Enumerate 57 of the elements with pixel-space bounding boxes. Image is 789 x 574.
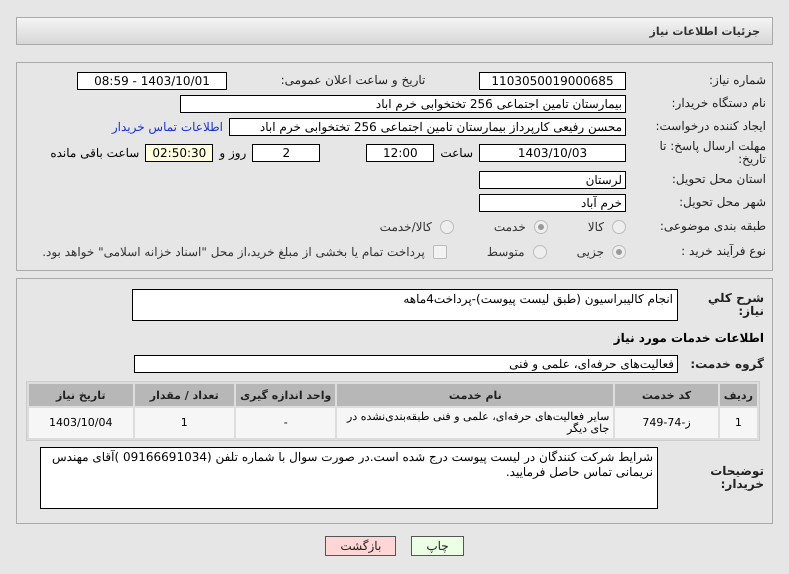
table-cell: - bbox=[236, 408, 336, 438]
column-header: کد خدمت bbox=[615, 384, 718, 406]
table-cell: 1403/10/04 bbox=[29, 408, 132, 438]
column-header: تاریخ نیاز bbox=[29, 384, 132, 406]
input-field: 1103050019000685 bbox=[479, 72, 626, 90]
field-label: تاریخ و ساعت اعلان عمومی: bbox=[280, 74, 426, 87]
print-button[interactable]: چاپ bbox=[411, 536, 464, 556]
field-label: نوع فرآیند خرید : bbox=[680, 245, 766, 258]
text-area[interactable]: شرایط شرکت کنندگان در لیست پیوست درج شده است.در صورت سوال با شماره تلفن (09166691034 )آقای مهندس نریمانی تماس حاصل فرمایید. bbox=[40, 447, 658, 509]
page-title: جزئیات اطلاعات نیاز bbox=[16, 17, 773, 45]
field-label: نام دستگاه خریدار: bbox=[670, 97, 766, 110]
field-label: گروه خدمت: bbox=[689, 358, 764, 370]
table-cell: ز-74-749 bbox=[615, 408, 718, 438]
table-cell: سایر فعالیت‌های حرفه‌ای، علمی و فنی طبقه‌بندی‌نشده در جای دیگر bbox=[337, 408, 614, 438]
input-field: فعالیت‌های حرفه‌ای، علمی و فنی bbox=[134, 355, 678, 373]
table-cell: 1 bbox=[720, 408, 757, 438]
radio-button[interactable] bbox=[532, 244, 547, 258]
radio-button[interactable] bbox=[612, 244, 626, 258]
column-header: ردیف bbox=[720, 384, 757, 406]
field-label: شماره نیاز: bbox=[708, 74, 766, 87]
input-field: 02:50:30 bbox=[145, 144, 214, 162]
option-label: جزیی bbox=[576, 244, 604, 258]
checkbox[interactable] bbox=[432, 244, 447, 258]
back-button[interactable]: بازگشت bbox=[325, 536, 396, 556]
field-label: توضیحات خریدار: bbox=[709, 465, 764, 491]
option-label: پرداخت تمام یا بخشی از مبلغ خرید،از محل "اسناد خزانه اسلامی" خواهد بود. bbox=[42, 244, 425, 258]
input-field: محسن رفیعی کارپرداز بیمارستان تامین اجتماعی 256 تختخوابی خرم اباد bbox=[229, 118, 626, 136]
input-field: لرستان bbox=[479, 170, 626, 188]
remaining-label: ساعت باقی مانده bbox=[50, 146, 140, 160]
column-header: نام خدمت bbox=[337, 384, 614, 406]
column-header: تعداد / مقدار bbox=[134, 384, 234, 406]
field-label: استان محل تحویل: bbox=[670, 173, 766, 186]
option-label: کالا/خدمت bbox=[380, 220, 432, 234]
input-field: بیمارستان تامین اجتماعی 256 تختخوابی خرم اباد bbox=[180, 94, 626, 112]
time-label: ساعت bbox=[440, 146, 473, 160]
input-field: خرم آباد bbox=[479, 194, 626, 212]
option-label: کالا bbox=[588, 220, 604, 234]
radio-button[interactable] bbox=[612, 220, 626, 234]
option-label: متوسط bbox=[486, 244, 525, 258]
field-label: مهلت ارسال پاسخ: تا تاریخ: bbox=[658, 140, 766, 166]
field-label: ایجاد کننده درخواست: bbox=[654, 120, 766, 133]
contact-link[interactable]: اطلاعات تماس خریدار bbox=[112, 120, 223, 134]
column-header: واحد اندازه گیری bbox=[236, 384, 336, 406]
input-field: 1403/10/03 bbox=[479, 144, 626, 162]
radio-button[interactable] bbox=[534, 220, 548, 234]
radio-button[interactable] bbox=[440, 220, 454, 234]
field-label: شهر محل تحویل: bbox=[678, 196, 766, 209]
option-label: خدمت bbox=[494, 220, 526, 234]
input-field: 1403/10/01 - 08:59 bbox=[77, 72, 227, 90]
input-field: 2 bbox=[252, 144, 320, 162]
table-cell: 1 bbox=[134, 408, 234, 438]
input-field: 12:00 bbox=[366, 144, 434, 162]
days-label: روز و bbox=[219, 146, 246, 160]
section-title: اطلاعات خدمات مورد نیاز bbox=[614, 331, 764, 345]
field-label: شرح کلي نياز: bbox=[706, 292, 764, 318]
field-label: طبقه بندی موضوعی: bbox=[658, 220, 766, 233]
text-area[interactable]: انجام کالیبراسیون (طبق لیست پیوست)-پرداخت4ماهه bbox=[132, 289, 678, 321]
